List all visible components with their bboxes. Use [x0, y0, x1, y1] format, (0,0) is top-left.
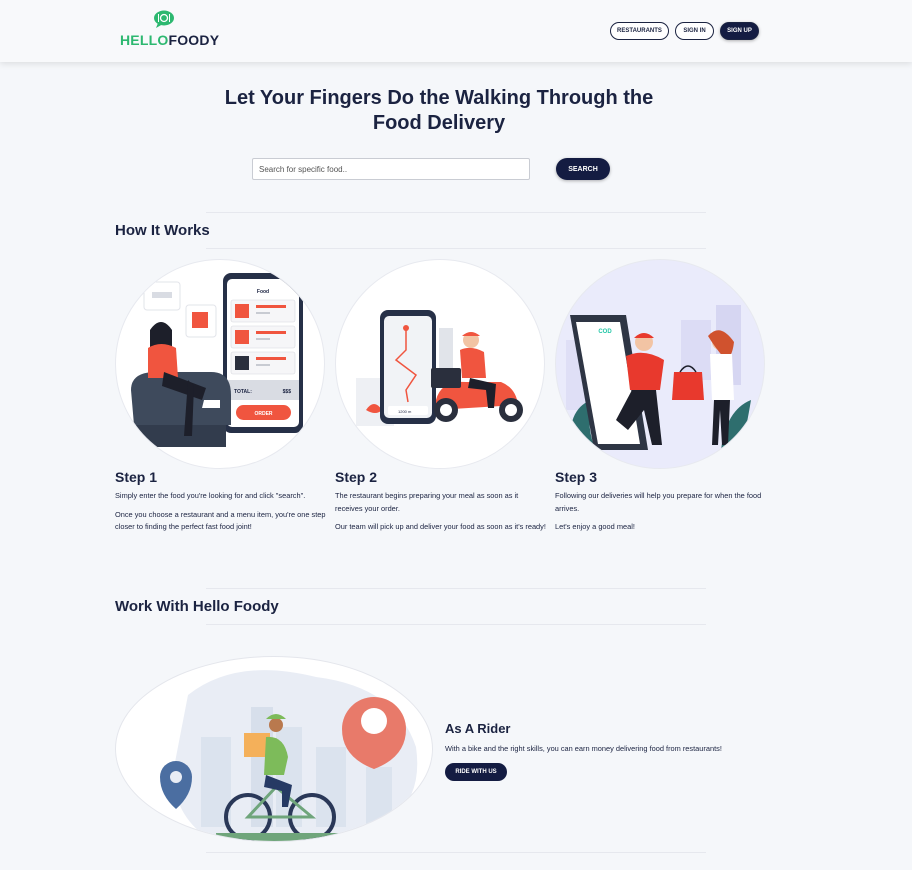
step-1-paragraph-1: Simply enter the food you're looking for…	[115, 491, 306, 500]
step-2-paragraph-2: Our team will pick up and deliver your f…	[335, 522, 546, 531]
search-button[interactable]: SEARCH	[556, 158, 610, 180]
divider	[206, 624, 706, 625]
step-1-text: Simply enter the food you're looking for…	[115, 490, 330, 540]
how-it-works-title: How It Works	[115, 222, 210, 239]
total-value: $$$	[283, 389, 292, 395]
step-3-paragraph-2: Let's enjoy a good meal!	[555, 522, 635, 531]
order-button-label: ORDER	[254, 411, 272, 417]
step-2-illustration: 1200 m	[335, 259, 545, 469]
ride-with-us-button[interactable]: RIDE WITH US	[445, 763, 507, 781]
divider	[206, 588, 706, 589]
step-3-illustration: COD	[555, 259, 765, 469]
total-label: TOTAL:	[234, 389, 252, 395]
step-2-title: Step 2	[335, 469, 378, 485]
cod-label: COD	[598, 329, 612, 335]
step-1-title: Step 1	[115, 469, 158, 485]
nav-sign-up-button[interactable]: SIGN UP	[720, 22, 759, 40]
logo[interactable]: HELLOFOODY	[120, 10, 220, 50]
rider-text: With a bike and the right skills, you ca…	[445, 744, 722, 753]
nav-sign-in-button[interactable]: SIGN IN	[675, 22, 714, 40]
hero-title: Let Your Fingers Do the Walking Through …	[224, 87, 654, 134]
divider	[206, 852, 706, 853]
logo-wordmark: HELLOFOODY	[120, 32, 219, 48]
step-1-illustration: Food TOTAL: $$$ ORDER	[115, 259, 325, 469]
rider-title: As A Rider	[445, 721, 511, 736]
search-input[interactable]	[252, 158, 530, 180]
site-header: HELLOFOODY RESTAURANTS SIGN IN SIGN UP	[0, 0, 912, 62]
phone-title: Food	[257, 289, 269, 295]
step-3-text: Following our deliveries will help you p…	[555, 490, 767, 540]
logo-hello: HELLO	[120, 32, 169, 48]
logo-foody: FOODY	[168, 32, 220, 48]
step-3-title: Step 3	[555, 469, 598, 485]
step-2-text: The restaurant begins preparing your mea…	[335, 490, 547, 540]
divider	[206, 212, 706, 213]
step-1-paragraph-2: Once you choose a restaurant and a menu …	[115, 509, 326, 532]
divider	[206, 248, 706, 249]
rider-illustration	[115, 656, 433, 842]
distance-label: 1200 m	[398, 409, 412, 414]
work-with-title: Work With Hello Foody	[115, 598, 279, 615]
step-2-paragraph-1: The restaurant begins preparing your mea…	[335, 491, 519, 513]
food-bubble-icon	[154, 10, 174, 28]
nav-restaurants-button[interactable]: RESTAURANTS	[610, 22, 669, 40]
step-3-paragraph-1: Following our deliveries will help you p…	[555, 491, 762, 513]
